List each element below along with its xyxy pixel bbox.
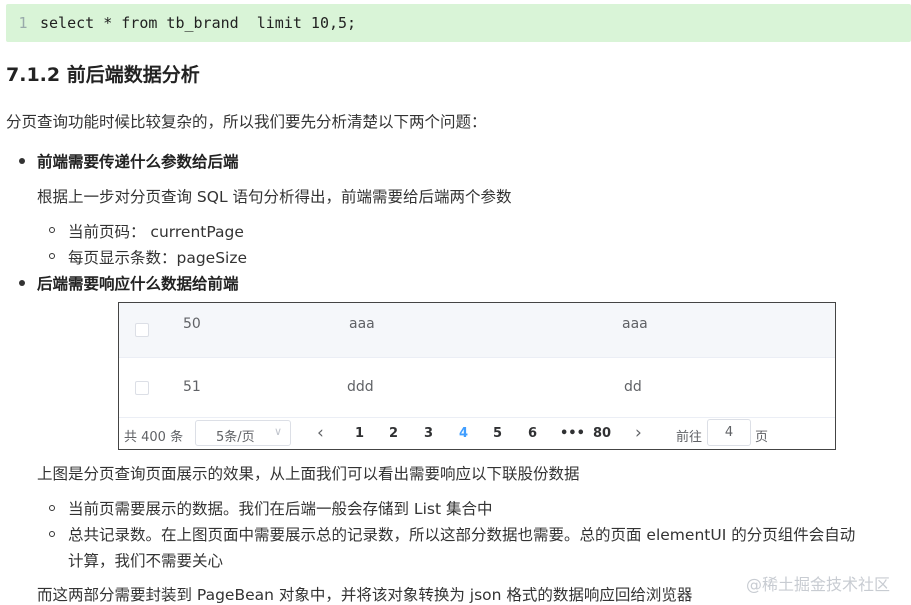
page-size-select[interactable]: 5条/页 ∨ — [195, 420, 291, 446]
page-ellipsis[interactable]: ••• — [560, 426, 585, 441]
page-number[interactable]: 6 — [528, 426, 537, 441]
code-block: 1 select * from tb_brand limit 10,5; — [6, 4, 911, 42]
page-number[interactable]: 5 — [493, 426, 502, 441]
page-size-label: 5条/页 — [216, 430, 255, 445]
goto-label: 前往 — [676, 430, 703, 445]
prev-page-button[interactable]: ‹ — [317, 423, 324, 443]
section2-title: 后端需要响应什么数据给前端 — [37, 275, 239, 293]
table-row: 50 aaa aaa — [119, 303, 835, 358]
bullet-circle — [49, 253, 55, 259]
page-number[interactable]: 3 — [424, 426, 433, 441]
goto-page-input[interactable]: 4 — [707, 419, 751, 446]
bullet-circle — [49, 505, 55, 511]
page-number-active[interactable]: 4 — [459, 426, 468, 441]
total-count: 共 400 条 — [124, 430, 184, 445]
page-number[interactable]: 2 — [389, 426, 398, 441]
cell-col2: ddd — [347, 379, 374, 395]
pagination-table-screenshot: 50 aaa aaa 51 ddd dd 共 400 条 5条/页 ∨ ‹ 1 … — [118, 302, 836, 450]
cell-col3: dd — [624, 379, 642, 395]
chevron-down-icon: ∨ — [273, 425, 282, 438]
page-number[interactable]: 80 — [593, 426, 611, 441]
line-number: 1 — [18, 14, 28, 32]
list-item: 当前页需要展示的数据。我们在后端一般会存储到 List 集合中 — [68, 500, 493, 518]
cell-id: 51 — [183, 379, 201, 395]
pagination: 共 400 条 5条/页 ∨ ‹ 1 2 3 4 5 6 ••• 80 › 前往… — [119, 417, 835, 449]
cell-col2: aaa — [349, 316, 375, 332]
row-checkbox[interactable] — [135, 323, 149, 337]
next-page-button[interactable]: › — [635, 423, 642, 443]
row-checkbox[interactable] — [135, 381, 149, 395]
list-item: 每页显示条数：pageSize — [68, 249, 248, 267]
cell-col3: aaa — [622, 316, 648, 332]
section2-desc: 上图是分页查询页面展示的效果，从上面我们可以看出需要响应以下联股份数据 — [37, 465, 580, 483]
sql-code: select * from tb_brand limit 10,5; — [40, 14, 357, 32]
watermark: @稀土掘金技术社区 — [746, 575, 891, 594]
list-item: 当前页码： currentPage — [68, 223, 244, 241]
bullet-circle — [49, 227, 55, 233]
footer-text: 而这两部分需要封装到 PageBean 对象中，并将该对象转换为 json 格式… — [37, 586, 693, 604]
bullet-disc — [19, 158, 25, 164]
section-heading: 7.1.2 前后端数据分析 — [6, 64, 200, 86]
goto-suffix: 页 — [755, 430, 769, 445]
section1-title: 前端需要传递什么参数给后端 — [37, 153, 239, 171]
section1-desc: 根据上一步对分页查询 SQL 语句分析得出，前端需要给后端两个参数 — [37, 188, 512, 206]
list-item-continued: 计算，我们不需要关心 — [68, 552, 224, 570]
bullet-circle — [49, 531, 55, 537]
page-number[interactable]: 1 — [355, 426, 364, 441]
table-row: 51 ddd dd — [119, 357, 835, 418]
list-item: 总共记录数。在上图页面中需要展示总的记录数，所以这部分数据也需要。总的页面 el… — [68, 526, 856, 544]
cell-id: 50 — [183, 316, 201, 332]
intro-text: 分页查询功能时候比较复杂的，所以我们要先分析清楚以下两个问题： — [6, 113, 487, 131]
bullet-disc — [19, 280, 25, 286]
